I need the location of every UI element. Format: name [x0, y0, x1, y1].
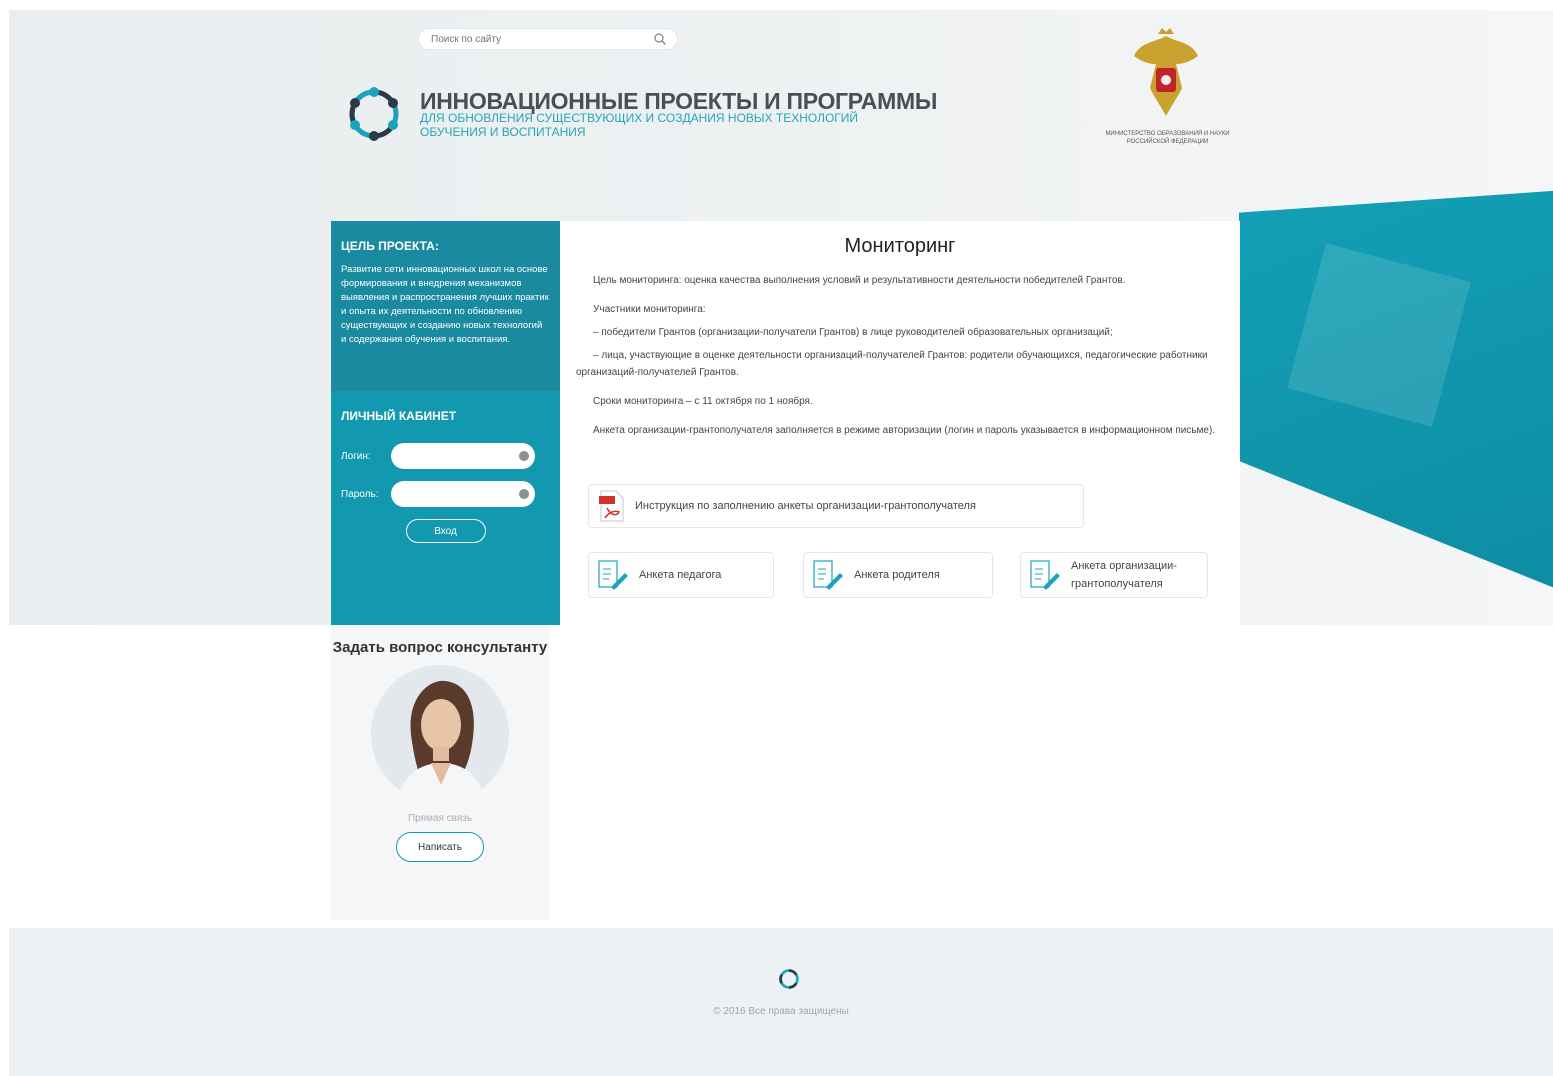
login-panel: ЛИЧНЫЙ КАБИНЕТ Логин: Пароль: Вход	[331, 391, 560, 555]
form-parent-label: Анкета родителя	[854, 569, 940, 581]
paragraph: – лица, участвующие в оценке деятельност…	[576, 350, 1208, 378]
coat-of-arms-icon	[1134, 28, 1198, 116]
search-icon[interactable]	[653, 32, 667, 46]
form-parent-button[interactable]: Анкета родителя	[803, 552, 993, 598]
site-subtitle: ДЛЯ ОБНОВЛЕНИЯ СУЩЕСТВУЮЩИХ И СОЗДАНИЯ Н…	[420, 111, 859, 139]
instruction-pdf-link[interactable]: Инструкция по заполнению анкеты организа…	[588, 484, 1084, 528]
footer-logo-icon[interactable]	[776, 966, 802, 992]
ministry-caption: МИНИСТЕРСТВО ОБРАЗОВАНИЯ И НАУКИ РОССИЙС…	[1105, 131, 1230, 145]
consultant-photo	[371, 665, 509, 803]
copyright: © 2016 Все права защищены	[713, 1006, 849, 1017]
goal-text: Развитие сети инновационных школ на осно…	[341, 264, 549, 345]
sidebar: ЦЕЛЬ ПРОЕКТА: Развитие сети инновационны…	[331, 221, 560, 625]
cabinet-title: ЛИЧНЫЙ КАБИНЕТ	[341, 409, 457, 423]
main-content: Мониторинг Цель мониторинга: оценка каче…	[560, 221, 1240, 625]
goal-title: ЦЕЛЬ ПРОЕКТА:	[341, 239, 439, 253]
write-button[interactable]: Написать	[396, 832, 484, 862]
paragraph: Участники мониторинга:	[593, 304, 706, 315]
paragraph: Цель мониторинга: оценка качества выполн…	[593, 275, 1126, 286]
password-label: Пароль:	[341, 488, 379, 500]
form-teacher-button[interactable]: Анкета педагога	[588, 552, 774, 598]
project-logo-icon[interactable]	[340, 80, 408, 148]
password-input[interactable]	[391, 481, 535, 507]
consultant-panel: Задать вопрос консультанту Прямая связь …	[331, 625, 549, 920]
site-search[interactable]	[418, 28, 678, 50]
password-row: Пароль:	[341, 481, 550, 507]
paragraph: Анкета организации-грантополучателя запо…	[593, 425, 1216, 436]
paragraph: – победители Грантов (организации-получа…	[593, 327, 1113, 338]
paragraph: Сроки мониторинга – с 11 октября по 1 но…	[593, 396, 813, 407]
form-organization-button[interactable]: Анкета организации-грантополучателя	[1020, 552, 1208, 598]
login-row: Логин:	[341, 443, 550, 469]
clear-icon[interactable]	[519, 451, 529, 461]
clear-icon[interactable]	[519, 489, 529, 499]
pdf-icon	[599, 490, 624, 522]
login-input[interactable]	[391, 443, 535, 469]
direct-contact-link[interactable]: Прямая связь	[331, 813, 549, 824]
pdf-link-label: Инструкция по заполнению анкеты организа…	[635, 500, 976, 512]
form-edit-icon	[813, 560, 843, 590]
form-organization-label: Анкета организации-грантополучателя	[1071, 560, 1177, 590]
form-edit-icon	[598, 560, 628, 590]
login-label: Логин:	[341, 450, 371, 462]
consult-title: Задать вопрос консультанту	[332, 639, 548, 656]
form-edit-icon	[1030, 560, 1060, 590]
footer: © 2016 Все права защищены	[9, 928, 1553, 1076]
form-teacher-label: Анкета педагога	[639, 569, 722, 581]
project-goal: ЦЕЛЬ ПРОЕКТА: Развитие сети инновационны…	[331, 221, 560, 391]
consultant-avatar	[371, 665, 509, 803]
page-title: Мониторинг	[844, 235, 956, 257]
search-input[interactable]	[429, 32, 653, 46]
login-button[interactable]: Вход	[405, 519, 486, 543]
